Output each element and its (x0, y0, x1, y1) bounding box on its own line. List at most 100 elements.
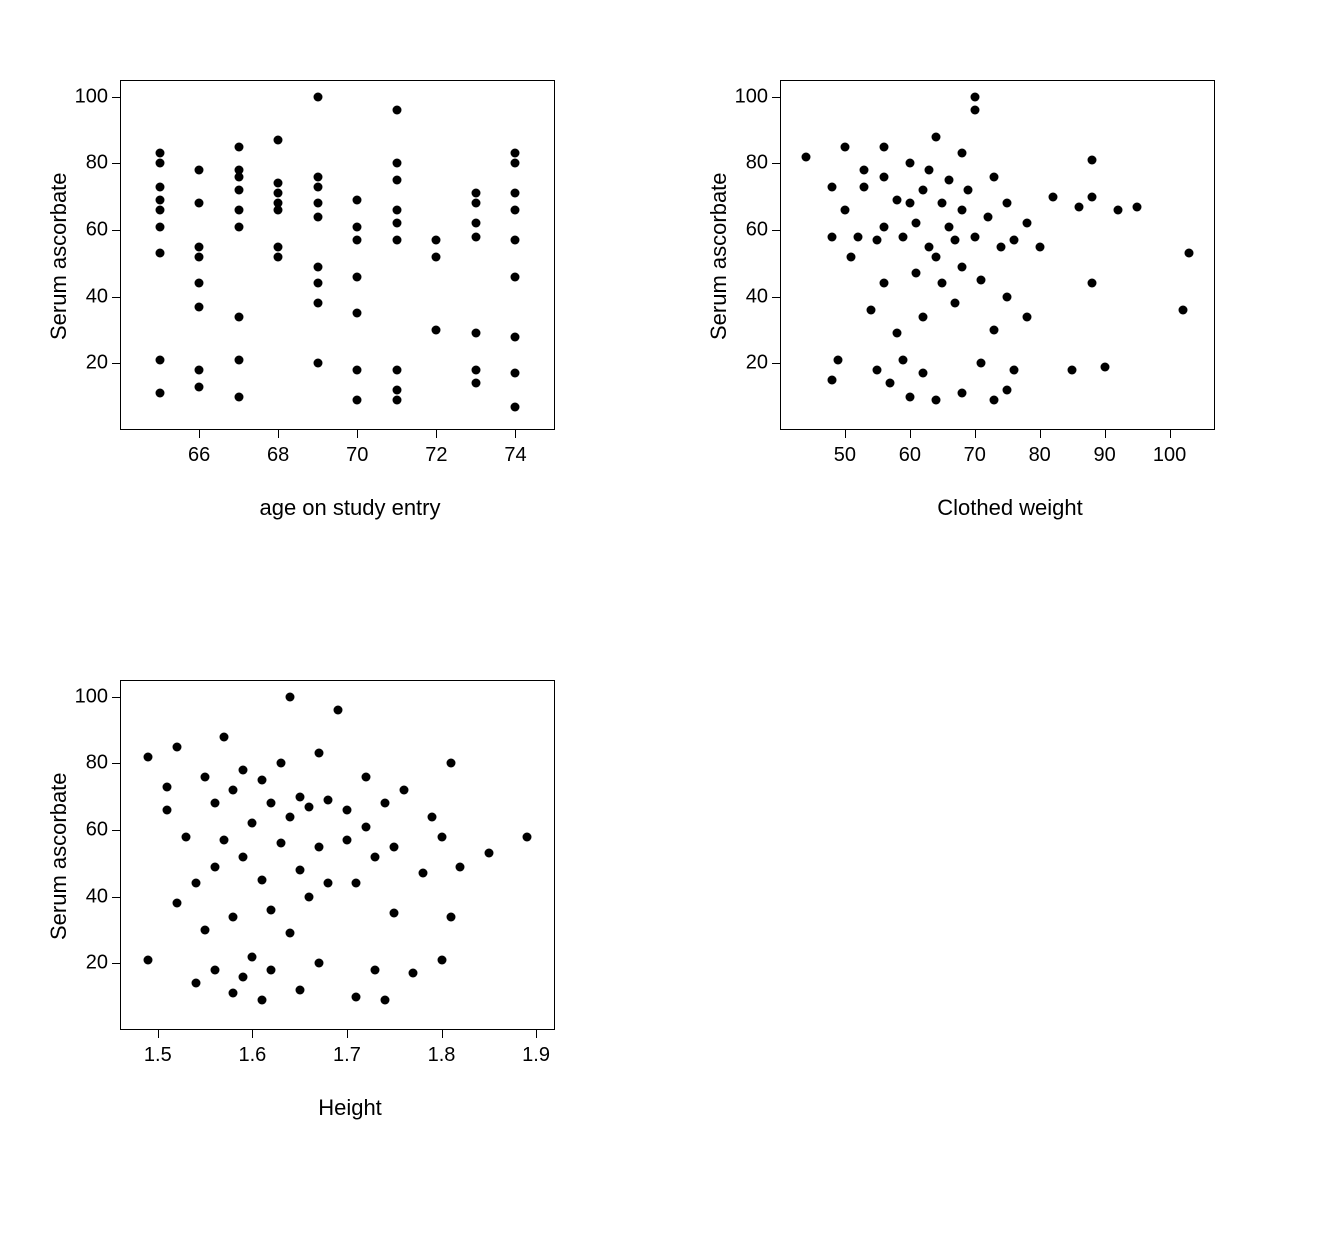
data-point (248, 819, 257, 828)
data-point (951, 236, 960, 245)
data-point (313, 199, 322, 208)
data-point (313, 92, 322, 101)
x-tick-mark (158, 1030, 159, 1038)
data-point (471, 379, 480, 388)
data-point (324, 879, 333, 888)
data-point (931, 252, 940, 261)
y-tick-mark (112, 897, 120, 898)
data-point (827, 232, 836, 241)
x-tick-label: 50 (834, 444, 856, 467)
data-point (155, 356, 164, 365)
x-tick-mark (252, 1030, 253, 1038)
data-point (210, 862, 219, 871)
data-point (144, 752, 153, 761)
y-tick-mark (772, 97, 780, 98)
data-point (295, 986, 304, 995)
data-point (977, 359, 986, 368)
x-tick-label: 1.5 (144, 1044, 172, 1067)
y-tick-mark (112, 963, 120, 964)
data-point (511, 159, 520, 168)
data-point (1003, 199, 1012, 208)
data-point (860, 166, 869, 175)
data-point (305, 802, 314, 811)
data-point (313, 172, 322, 181)
data-point (918, 312, 927, 321)
data-point (471, 366, 480, 375)
data-point (879, 222, 888, 231)
x-tick-mark (436, 430, 437, 438)
x-tick-mark (199, 430, 200, 438)
data-point (918, 369, 927, 378)
data-point (295, 792, 304, 801)
data-point (313, 182, 322, 191)
data-point (195, 302, 204, 311)
y-tick-mark (112, 697, 120, 698)
data-point (201, 772, 210, 781)
data-point (1022, 219, 1031, 228)
data-point (511, 369, 520, 378)
data-point (371, 852, 380, 861)
data-point (1087, 156, 1096, 165)
x-tick-label: 70 (346, 444, 368, 467)
data-point (951, 299, 960, 308)
data-point (1003, 386, 1012, 395)
data-point (313, 212, 322, 221)
data-point (827, 182, 836, 191)
y-tick-label: 40 (86, 285, 108, 308)
data-point (353, 236, 362, 245)
data-point (873, 366, 882, 375)
data-point (371, 966, 380, 975)
data-point (931, 396, 940, 405)
data-point (234, 206, 243, 215)
data-point (333, 706, 342, 715)
data-point (276, 839, 285, 848)
plot-area-0 (120, 80, 555, 430)
data-point (392, 206, 401, 215)
data-point (409, 969, 418, 978)
data-point (313, 359, 322, 368)
data-point (234, 166, 243, 175)
x-tick-label: 68 (267, 444, 289, 467)
x-tick-mark (442, 1030, 443, 1038)
y-tick-label: 40 (86, 885, 108, 908)
data-point (1068, 366, 1077, 375)
y-axis-label-1: Serum ascorbate (706, 172, 732, 340)
data-point (860, 182, 869, 191)
data-point (234, 392, 243, 401)
data-point (195, 166, 204, 175)
y-tick-label: 20 (86, 952, 108, 975)
data-point (977, 276, 986, 285)
x-tick-label: 60 (899, 444, 921, 467)
x-tick-label: 80 (1029, 444, 1051, 467)
y-tick-mark (112, 230, 120, 231)
data-point (276, 759, 285, 768)
data-point (274, 242, 283, 251)
x-tick-label: 1.9 (522, 1044, 550, 1067)
data-point (392, 366, 401, 375)
data-point (155, 149, 164, 158)
data-point (892, 196, 901, 205)
data-point (957, 149, 966, 158)
data-point (931, 132, 940, 141)
data-point (957, 206, 966, 215)
data-point (392, 396, 401, 405)
data-point (155, 206, 164, 215)
data-point (274, 252, 283, 261)
data-point (390, 909, 399, 918)
data-point (229, 912, 238, 921)
data-point (511, 402, 520, 411)
data-point (286, 812, 295, 821)
data-point (1035, 242, 1044, 251)
data-point (912, 219, 921, 228)
x-tick-mark (1170, 430, 1171, 438)
data-point (990, 396, 999, 405)
data-point (944, 176, 953, 185)
data-point (295, 866, 304, 875)
data-point (238, 766, 247, 775)
data-point (437, 956, 446, 965)
y-tick-mark (112, 763, 120, 764)
data-point (144, 956, 153, 965)
data-point (191, 979, 200, 988)
data-point (274, 136, 283, 145)
x-tick-label: 1.8 (428, 1044, 456, 1067)
